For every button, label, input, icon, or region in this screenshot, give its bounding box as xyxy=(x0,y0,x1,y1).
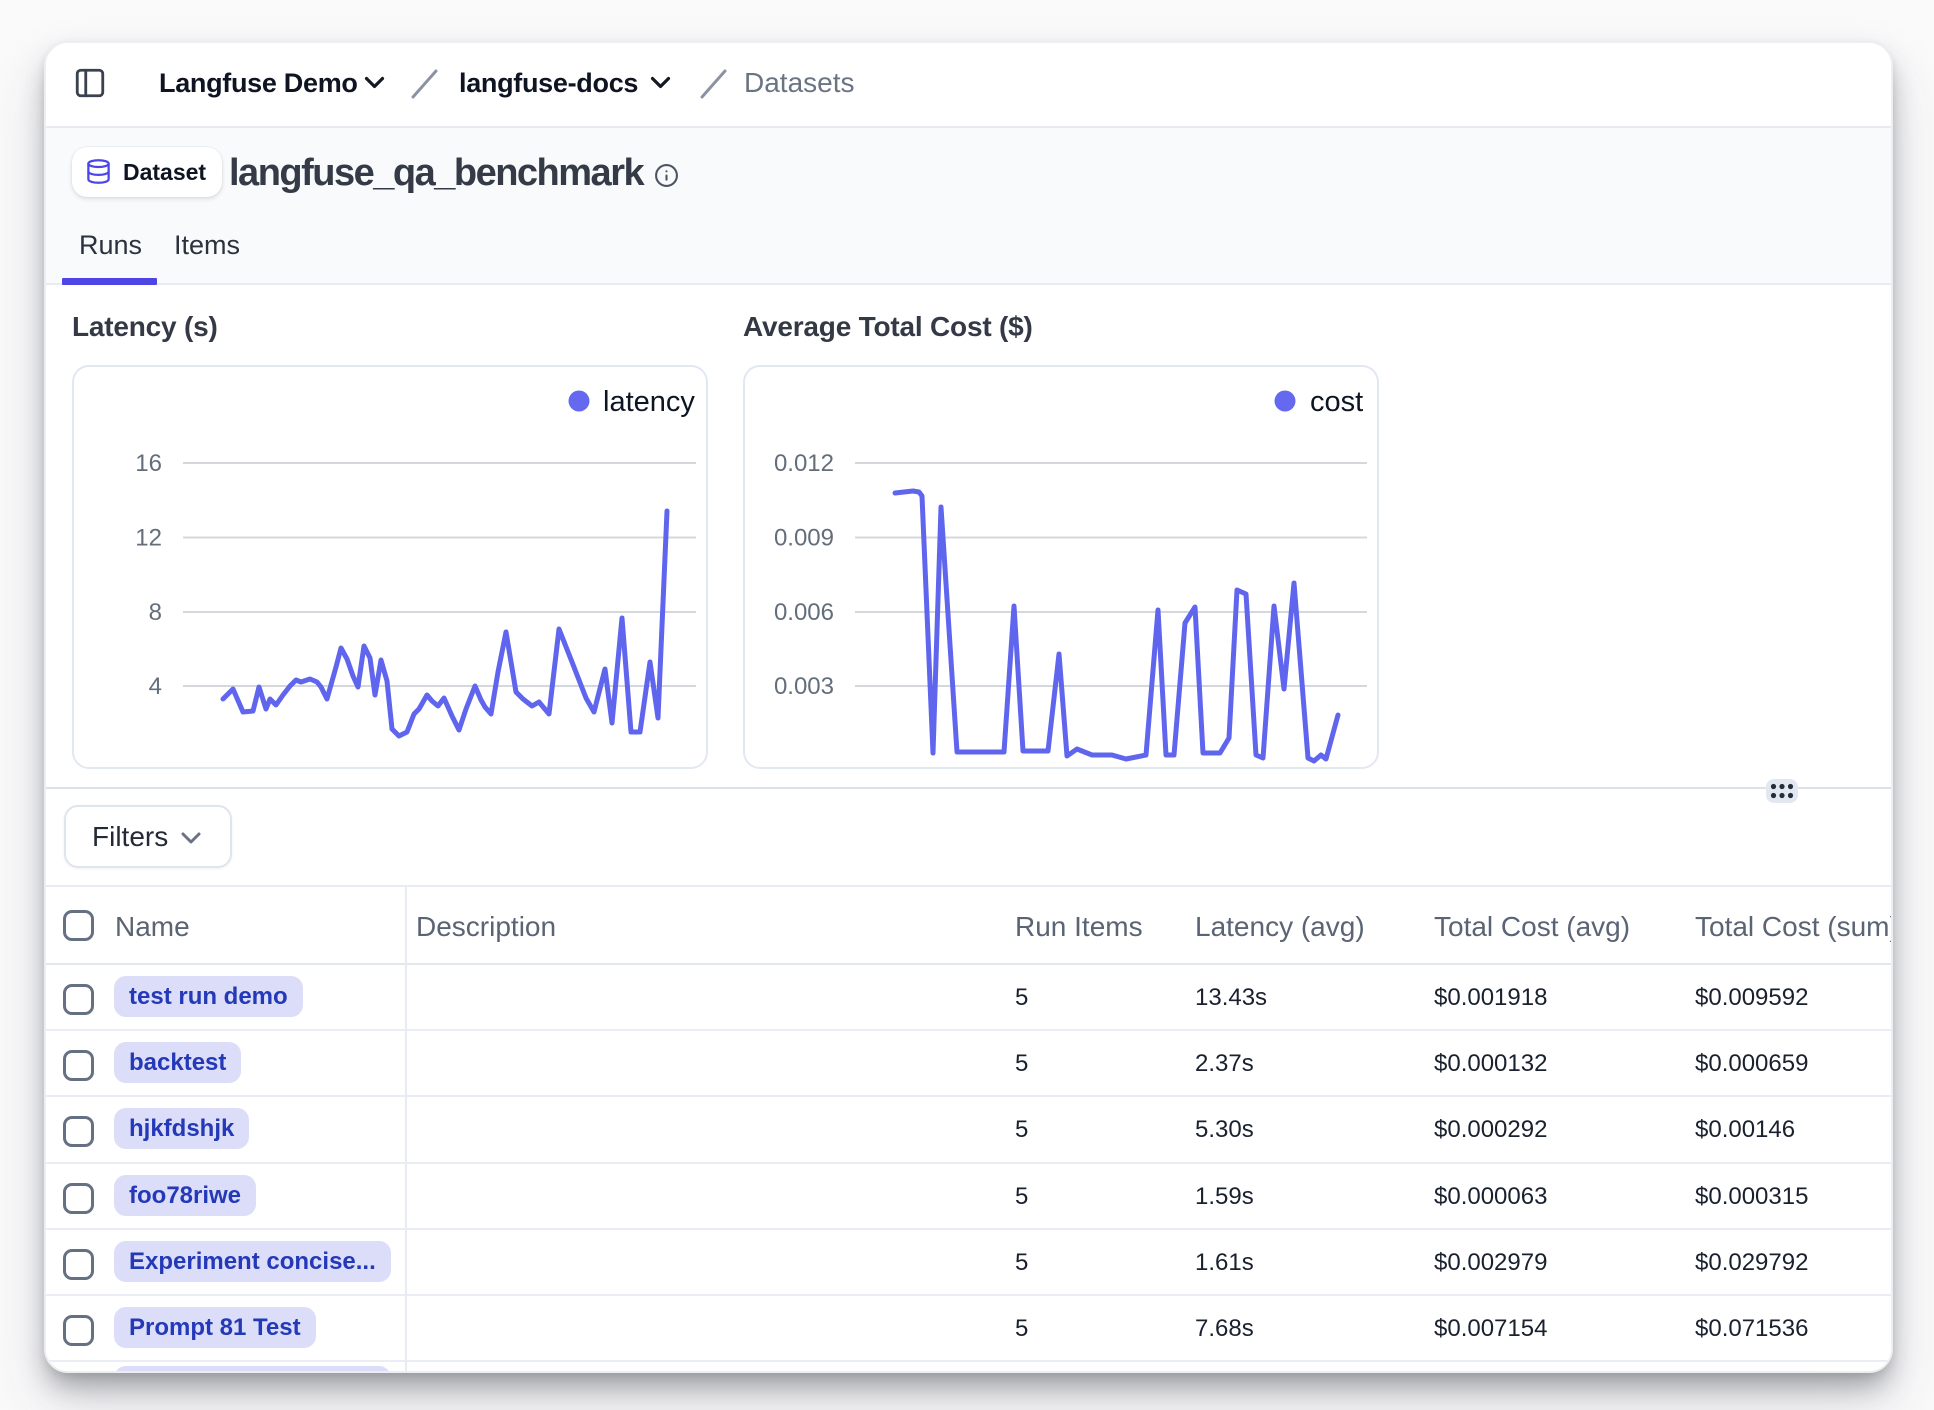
svg-text:4: 4 xyxy=(149,673,162,700)
svg-text:12: 12 xyxy=(135,525,162,552)
svg-text:16: 16 xyxy=(135,450,162,477)
svg-text:latency: latency xyxy=(603,386,695,418)
svg-text:0.009: 0.009 xyxy=(774,525,834,552)
svg-text:8: 8 xyxy=(149,599,162,626)
svg-text:0.003: 0.003 xyxy=(774,673,834,700)
svg-text:cost: cost xyxy=(1310,386,1363,418)
svg-text:0.006: 0.006 xyxy=(774,599,834,626)
svg-text:0.012: 0.012 xyxy=(774,450,834,477)
